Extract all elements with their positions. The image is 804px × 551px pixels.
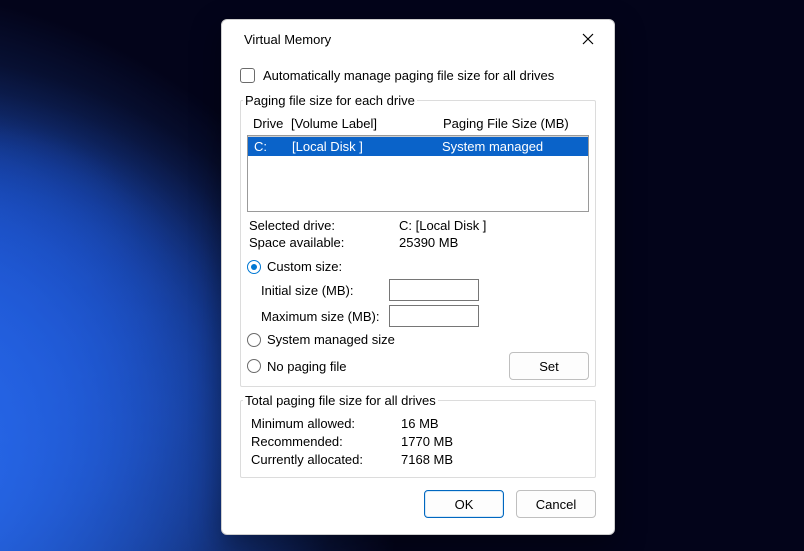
rec-value: 1770 MB	[401, 434, 585, 449]
drive-table[interactable]: C: [Local Disk ] System managed	[247, 135, 589, 212]
min-value: 16 MB	[401, 416, 585, 431]
space-available-label: Space available:	[249, 235, 389, 250]
ok-button[interactable]: OK	[424, 490, 504, 518]
no-paging-radio[interactable]	[247, 359, 261, 373]
auto-manage-label: Automatically manage paging file size fo…	[263, 68, 554, 83]
totals-grid: Minimum allowed: 16 MB Recommended: 1770…	[247, 414, 589, 471]
custom-size-radio[interactable]	[247, 260, 261, 274]
cur-label: Currently allocated:	[251, 452, 391, 467]
size-cell: System managed	[442, 139, 582, 154]
auto-manage-checkbox[interactable]	[240, 68, 255, 83]
set-button[interactable]: Set	[509, 352, 589, 380]
drive-row[interactable]: C: [Local Disk ] System managed	[248, 137, 588, 156]
drive-cell: C:	[254, 139, 292, 154]
custom-size-label: Custom size:	[267, 259, 342, 274]
drive-table-header: Drive [Volume Label] Paging File Size (M…	[247, 114, 589, 133]
label-cell: [Local Disk ]	[292, 139, 442, 154]
cur-value: 7168 MB	[401, 452, 585, 467]
label-col-header: [Volume Label]	[291, 116, 443, 131]
initial-size-row: Initial size (MB):	[247, 277, 589, 303]
selected-drive-label: Selected drive:	[249, 218, 389, 233]
totals-legend: Total paging file size for all drives	[243, 393, 438, 408]
rec-label: Recommended:	[251, 434, 391, 449]
drive-group: Paging file size for each drive Drive [V…	[240, 93, 596, 387]
no-paging-option[interactable]: No paging file	[247, 359, 347, 374]
initial-size-label: Initial size (MB):	[261, 283, 381, 298]
totals-group: Total paging file size for all drives Mi…	[240, 393, 596, 478]
no-paging-label: No paging file	[267, 359, 347, 374]
initial-size-input[interactable]	[389, 279, 479, 301]
system-managed-option[interactable]: System managed size	[247, 329, 589, 350]
maximum-size-label: Maximum size (MB):	[261, 309, 381, 324]
maximum-size-input[interactable]	[389, 305, 479, 327]
custom-size-option[interactable]: Custom size:	[247, 256, 589, 277]
drive-info: Selected drive: C: [Local Disk ] Space a…	[247, 212, 589, 256]
space-available-value: 25390 MB	[399, 235, 587, 250]
cancel-button[interactable]: Cancel	[516, 490, 596, 518]
drive-col-header: Drive	[253, 116, 291, 131]
dialog-title: Virtual Memory	[244, 32, 331, 47]
size-col-header: Paging File Size (MB)	[443, 116, 583, 131]
selected-drive-value: C: [Local Disk ]	[399, 218, 587, 233]
dialog-footer: OK Cancel	[240, 484, 596, 518]
drive-group-legend: Paging file size for each drive	[243, 93, 417, 108]
dialog-body: Automatically manage paging file size fo…	[222, 58, 614, 534]
no-paging-and-set-row: No paging file Set	[247, 350, 589, 380]
system-managed-radio[interactable]	[247, 333, 261, 347]
close-button[interactable]	[574, 25, 602, 53]
auto-manage-row[interactable]: Automatically manage paging file size fo…	[240, 60, 596, 87]
system-managed-label: System managed size	[267, 332, 395, 347]
maximum-size-row: Maximum size (MB):	[247, 303, 589, 329]
min-label: Minimum allowed:	[251, 416, 391, 431]
virtual-memory-dialog: Virtual Memory Automatically manage pagi…	[221, 19, 615, 535]
close-icon	[582, 33, 594, 45]
titlebar: Virtual Memory	[222, 20, 614, 58]
drive-table-body[interactable]: C: [Local Disk ] System managed	[248, 136, 588, 211]
